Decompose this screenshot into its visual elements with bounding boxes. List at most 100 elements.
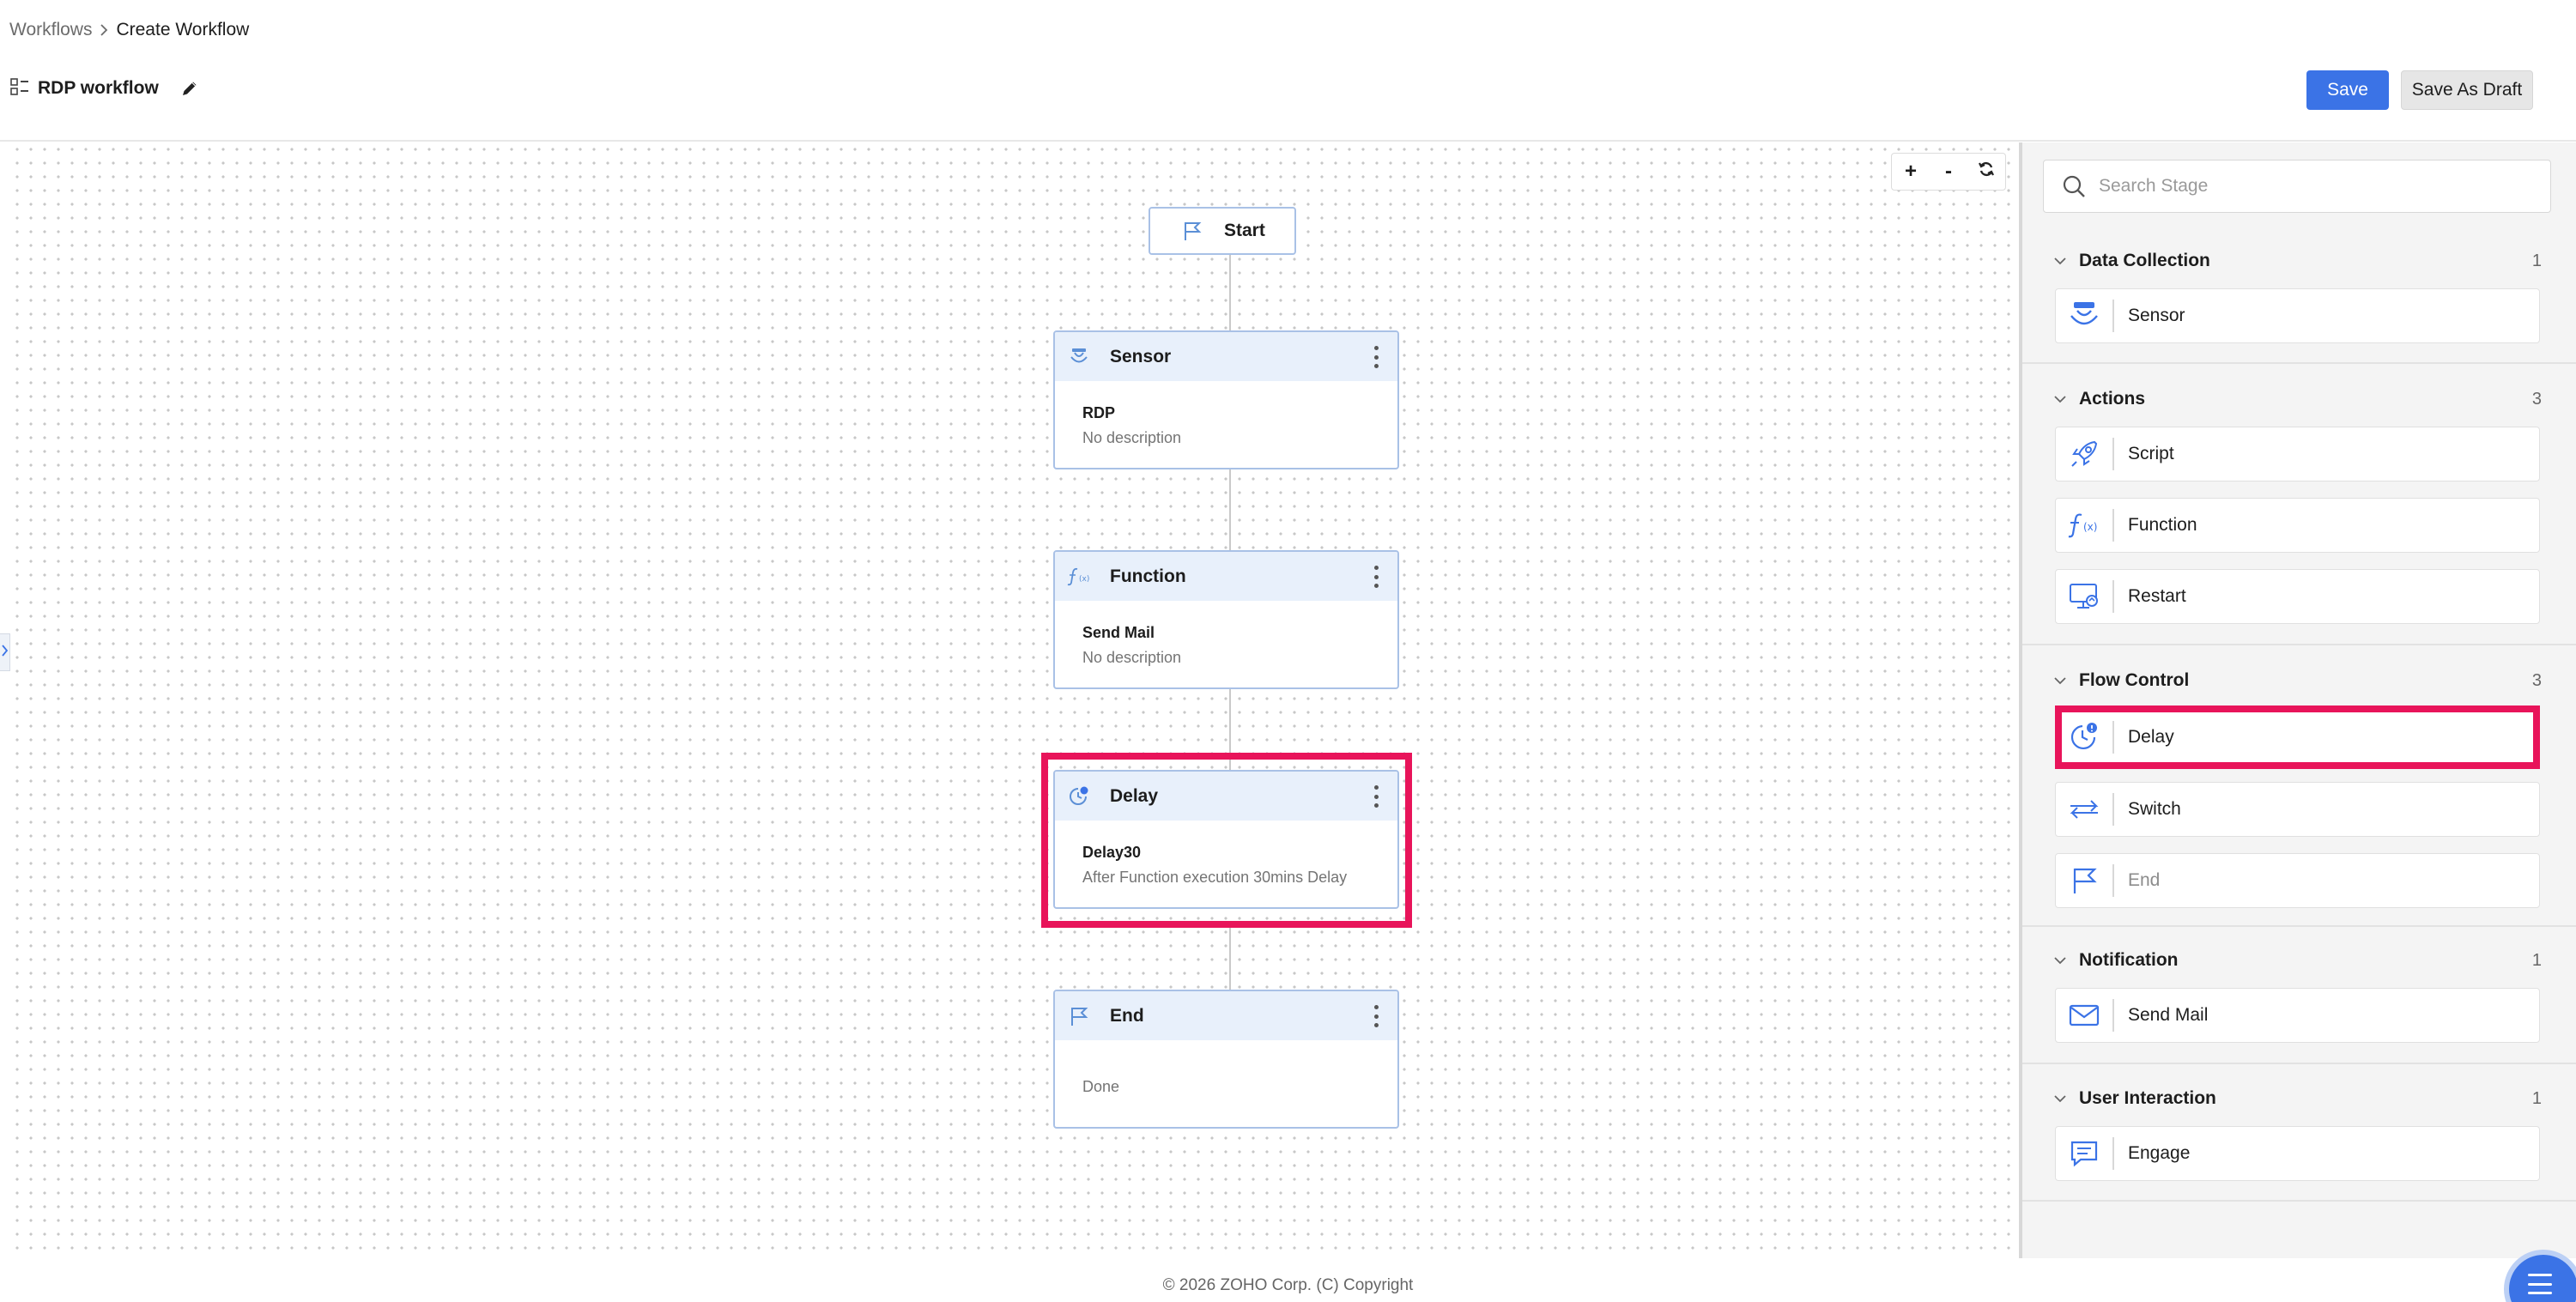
stage-item-send-mail[interactable]: Send Mail (2055, 988, 2540, 1043)
section-header-data-collection[interactable]: Data Collection 1 (2022, 239, 2576, 282)
node-type-label: End (1110, 1005, 1144, 1026)
kebab-menu-icon[interactable] (1372, 346, 1380, 368)
footer-copyright: © 2026 ZOHO Corp. (C) Copyright (1162, 1276, 1414, 1294)
breadcrumb: Workflows Create Workflow (9, 17, 249, 43)
chat-icon (2056, 1137, 2114, 1170)
node-description: Done (1082, 1078, 1120, 1095)
zoom-controls: + - (1891, 153, 2006, 191)
connector-line (1229, 255, 1231, 332)
node-header: (x) Function (1055, 552, 1397, 601)
section-header-actions[interactable]: Actions 3 (2022, 378, 2576, 421)
node-description: No description (1082, 649, 1182, 666)
svg-text:(x): (x) (1079, 575, 1089, 584)
workflow-node-delay[interactable]: Delay Delay30 After Function execution 3… (1053, 770, 1399, 909)
workflow-node-sensor[interactable]: Sensor RDP No description (1053, 330, 1399, 469)
flag-icon (1181, 220, 1203, 242)
chevron-down-icon (2053, 674, 2067, 687)
page-title: RDP workflow (38, 78, 159, 98)
stage-item-restart[interactable]: Restart (2055, 569, 2540, 624)
stage-item-label: Sensor (2128, 306, 2185, 325)
section-title: Data Collection (2079, 251, 2210, 270)
stage-item-switch[interactable]: Switch (2055, 782, 2540, 837)
breadcrumb-current: Create Workflow (116, 20, 250, 39)
sensor-icon (2056, 300, 2114, 332)
start-node[interactable]: Start (1149, 207, 1296, 255)
zoom-out-button[interactable]: - (1933, 160, 1964, 184)
node-header: End (1055, 991, 1397, 1040)
section-header-notification[interactable]: Notification 1 (2022, 939, 2576, 982)
section-count: 3 (2531, 670, 2542, 690)
start-label: Start (1224, 221, 1265, 240)
stage-item-function[interactable]: (x) Function (2055, 498, 2540, 553)
node-header: Delay (1055, 772, 1397, 821)
section-count: 1 (2531, 251, 2542, 270)
stage-item-label: End (2128, 870, 2161, 890)
node-name: Send Mail (1082, 624, 1155, 641)
stage-item-script[interactable]: Script (2055, 427, 2540, 481)
kebab-menu-icon[interactable] (1372, 1005, 1380, 1027)
section-title: Actions (2079, 389, 2146, 409)
search-box (2043, 160, 2551, 213)
section-count: 3 (2531, 389, 2542, 409)
stage-item-sensor[interactable]: Sensor (2055, 288, 2540, 343)
mail-icon (2056, 999, 2114, 1032)
flag-icon (1067, 1004, 1091, 1028)
section-header-user-interaction[interactable]: User Interaction 1 (2022, 1077, 2576, 1120)
save-as-draft-button[interactable]: Save As Draft (2401, 70, 2533, 110)
search-stage-input[interactable] (2099, 176, 2511, 197)
section-divider (2022, 925, 2576, 927)
workflow-grid-icon (10, 77, 29, 100)
breadcrumb-workflows-link[interactable]: Workflows (9, 20, 92, 40)
node-name: Delay30 (1082, 844, 1142, 861)
chevron-right-icon (1, 644, 9, 661)
rocket-icon (2056, 438, 2114, 470)
stage-item-label: Restart (2128, 586, 2186, 606)
monitor-restart-icon (2056, 580, 2114, 613)
section-divider (2022, 362, 2576, 364)
kebab-menu-icon[interactable] (1372, 566, 1380, 588)
stage-item-label: Script (2128, 444, 2174, 463)
section-title: Notification (2079, 950, 2179, 970)
node-type-label: Delay (1110, 785, 1159, 806)
pencil-icon[interactable] (178, 76, 202, 100)
reset-zoom-icon[interactable] (1971, 160, 2002, 184)
kebab-menu-icon[interactable] (1372, 785, 1380, 808)
stage-item-label: Switch (2128, 799, 2181, 819)
delay-icon (1067, 784, 1091, 808)
zoom-in-button[interactable]: + (1895, 160, 1926, 184)
workflow-node-end[interactable]: End Done (1053, 990, 1399, 1129)
chevron-down-icon (2053, 254, 2067, 268)
node-type-label: Sensor (1110, 346, 1172, 366)
section-divider (2022, 1063, 2576, 1064)
node-type-label: Function (1110, 566, 1186, 586)
switch-icon (2056, 793, 2114, 826)
workflow-canvas[interactable] (10, 142, 2019, 1258)
node-header: Sensor (1055, 332, 1397, 381)
section-divider (2022, 1200, 2576, 1202)
stage-item-label: Send Mail (2128, 1005, 2209, 1025)
workflow-title-row: RDP workflow (10, 74, 202, 103)
chevron-down-icon (2053, 1092, 2067, 1105)
chevron-right-icon (92, 23, 116, 37)
chevron-down-icon (2053, 954, 2067, 967)
section-count: 1 (2531, 1088, 2542, 1108)
connector-line (1229, 469, 1231, 551)
node-description: After Function execution 30mins Delay (1082, 869, 1348, 886)
hamburger-menu-icon (2528, 1274, 2552, 1294)
save-button[interactable]: Save (2306, 70, 2389, 110)
connector-line (1229, 924, 1231, 994)
section-header-flow-control[interactable]: Flow Control 3 (2022, 659, 2576, 702)
flag-icon (2056, 864, 2114, 897)
section-title: Flow Control (2079, 670, 2190, 690)
delay-item-highlight (2055, 706, 2540, 769)
function-icon: (x) (1067, 565, 1091, 589)
stage-item-engage[interactable]: Engage (2055, 1126, 2540, 1181)
search-icon (2061, 173, 2087, 199)
workflow-node-function[interactable]: (x) Function Send Mail No description (1053, 550, 1399, 689)
menu-fab-button[interactable] (2509, 1255, 2576, 1302)
left-panel-toggle[interactable] (0, 633, 10, 671)
section-divider (2022, 644, 2576, 645)
stage-item-label: Function (2128, 515, 2197, 535)
section-title: User Interaction (2079, 1088, 2216, 1108)
stage-item-end[interactable]: End (2055, 853, 2540, 908)
